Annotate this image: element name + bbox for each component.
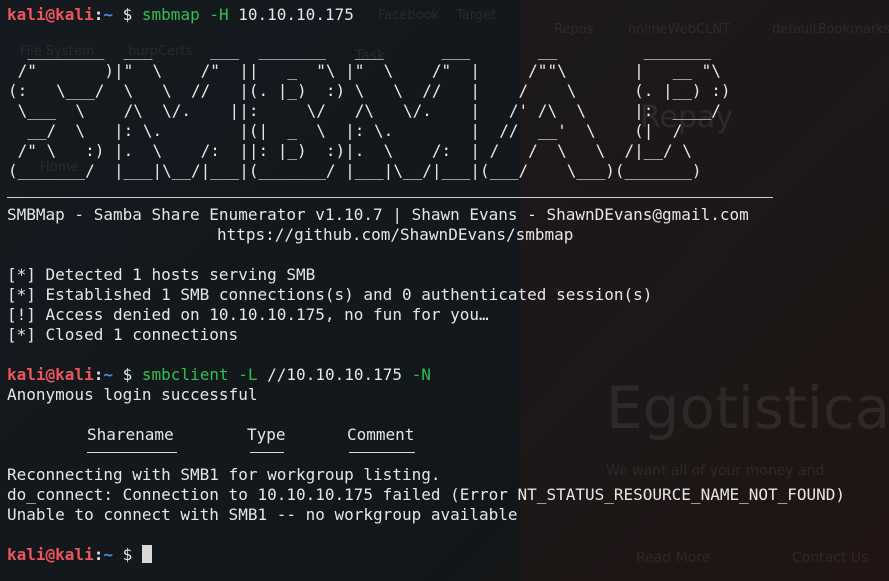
prompt-dollar: $ [122,365,133,384]
banner-art-row: (_______/ |___|\__/|___|(_______/ |___|\… [8,161,702,180]
prompt-colon: : [93,365,104,384]
prompt-path: ~ [103,365,113,384]
command-flag: -L [238,365,258,384]
banner-art-row: (: \___/ \ \ // |(. |_) :) \ \ // | / \ … [8,81,731,100]
prompt-colon: : [93,5,104,24]
command-name: smbclient [141,365,229,384]
output-line: [*] Established 1 SMB connections(s) and… [7,285,653,304]
prompt-user-host: kali@kali [7,545,94,564]
prompt-user-host: kali@kali [7,365,94,384]
prompt-line-1: kali@kali:~ $ smbmap -H 10.10.10.175 [7,5,354,25]
output-line: Unable to connect with SMB1 -- no workgr… [7,505,518,524]
banner-divider [7,197,773,198]
terminal-screen[interactable]: kali@kali:~ $ smbmap -H 10.10.10.175 ___… [0,0,889,581]
output-line: Reconnecting with SMB1 for workgroup lis… [7,465,441,484]
prompt-line-3[interactable]: kali@kali:~ $ [7,545,152,565]
share-header-underline [250,452,284,453]
output-line: [*] Closed 1 connections [7,325,239,344]
command-flag: -H [209,5,229,24]
prompt-path: ~ [103,5,113,24]
anonymous-login-message: Anonymous login successful [7,385,258,404]
prompt-colon: : [93,545,104,564]
command-argument: 10.10.10.175 [238,5,354,24]
banner-art-row: /" \ :) |. \ /: ||: |_) :)|. \ /: | / / … [8,141,692,160]
output-line: [!] Access denied on 10.10.10.175, no fu… [7,305,489,324]
banner-art-row: __/ \ |: \. |(| _ \ |: \. | // __' \ (| … [8,121,683,140]
banner-url: https://github.com/ShawnDEvans/smbmap [217,225,574,244]
prompt-dollar: $ [122,545,133,564]
share-header-sharename: Sharename [87,425,174,444]
command-name: smbmap [141,5,200,24]
prompt-line-2: kali@kali:~ $ smbclient -L //10.10.10.17… [7,365,431,385]
prompt-dollar: $ [122,5,133,24]
smbmap-ascii-banner: ________ ___ ___ _______ ___ ___ __ ____… [8,41,730,181]
terminal-window[interactable]: Facebook Target Repos onlineWebCLNT defa… [0,0,889,581]
text-cursor[interactable] [141,545,152,563]
share-header-underline [87,452,177,453]
prompt-user-host: kali@kali [7,5,94,24]
share-header-comment: Comment [347,425,415,444]
share-header-type: Type [247,425,286,444]
prompt-path: ~ [103,545,113,564]
share-header-underline [349,452,415,453]
banner-art-row: /" )|" \ /" || _ "\ |" \ /" | /""\ | __ … [8,61,721,80]
banner-art-row: ________ ___ ___ _______ ___ ___ __ ____… [8,41,712,60]
output-line: [*] Detected 1 hosts serving SMB [7,265,316,284]
command-flag: -N [411,365,431,384]
command-argument: //10.10.10.175 [267,365,403,384]
banner-art-row: \___ \ /\ \/. ||: \/ /\ \/. | /' /\ \ |:… [8,101,721,120]
banner-title: SMBMap - Samba Share Enumerator v1.10.7 … [7,205,749,224]
output-line: do_connect: Connection to 10.10.10.175 f… [7,485,846,504]
